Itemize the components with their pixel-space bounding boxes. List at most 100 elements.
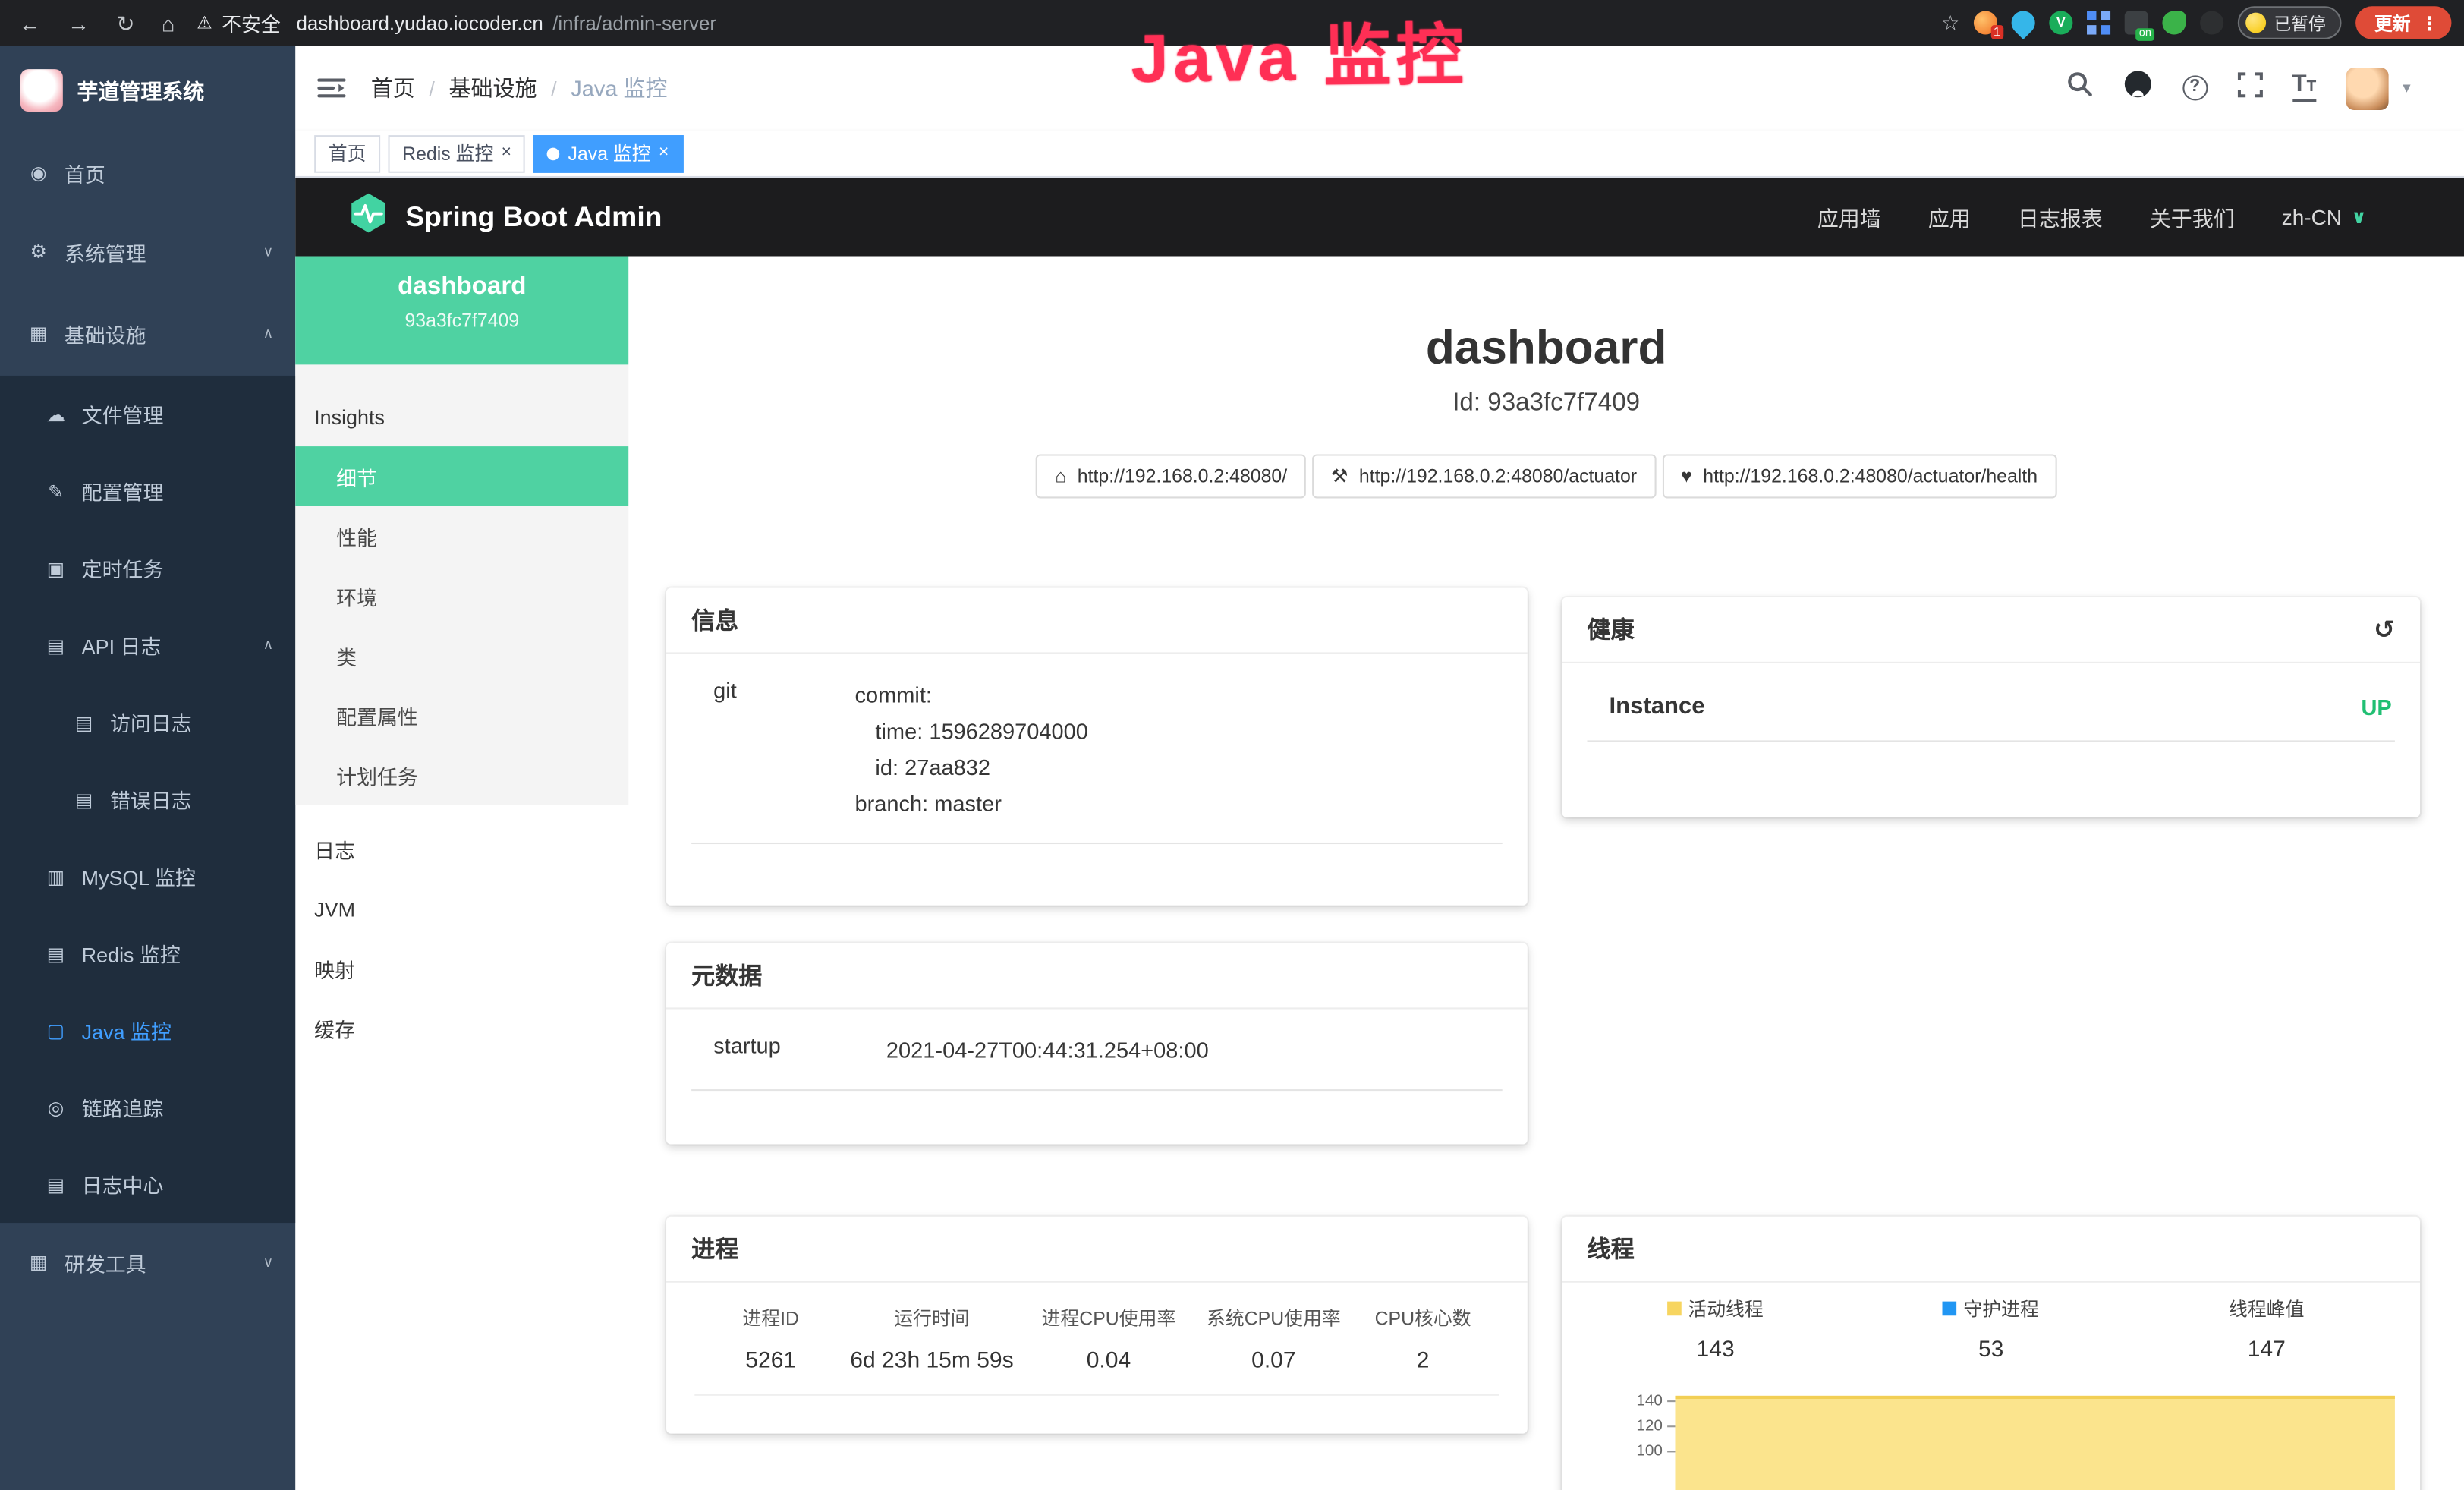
tab-redis-monitor[interactable]: Redis 监控 × [389, 134, 526, 172]
sidebar-item-dev-tools[interactable]: ▦ 研发工具 ∨ [0, 1223, 295, 1302]
actuator-url-link[interactable]: ⚒ http://192.168.0.2:48080/actuator [1312, 454, 1656, 498]
tab-home[interactable]: 首页 [314, 134, 380, 172]
user-avatar[interactable] [2346, 67, 2389, 109]
heart-icon: ♥ [1681, 465, 1692, 487]
insights-group: Insights 细节 性能 环境 类 配置属性 计划任务 [295, 364, 628, 805]
collapse-sidebar-icon[interactable] [317, 77, 345, 99]
tab-label: Java 监控 [568, 140, 651, 166]
address-bar[interactable]: ⚠ 不安全 dashboard.yudao.iocoder.cn/infra/a… [197, 8, 716, 37]
process-col-header: CPU核心数 [1356, 1305, 1490, 1331]
breadcrumb-infra[interactable]: 基础设施 [448, 72, 537, 103]
extension-icon-4[interactable] [2087, 11, 2110, 34]
app-logo[interactable]: 芋道管理系统 [0, 46, 295, 134]
sba-item-config-props[interactable]: 配置属性 [295, 685, 628, 745]
extension-icon-5[interactable]: on [2125, 11, 2148, 34]
home-icon[interactable]: ⌂ [162, 12, 175, 34]
sidebar-item-system[interactable]: ⚙ 系统管理 ∨ [0, 213, 295, 291]
sidebar-item-tracing[interactable]: ◎ 链路追踪 [0, 1069, 295, 1145]
bookmark-star-icon[interactable]: ☆ [1941, 10, 1959, 35]
sidebar-item-home[interactable]: ◉ 首页 [0, 134, 295, 213]
close-icon[interactable]: × [659, 145, 669, 162]
warning-icon: ⚠ [197, 13, 212, 33]
fullscreen-icon[interactable] [2237, 71, 2262, 104]
process-col-header: 进程ID [704, 1305, 838, 1331]
security-label[interactable]: 不安全 [222, 8, 281, 37]
sba-nav-about[interactable]: 关于我们 [2150, 201, 2235, 232]
threads-legend: 活动线程 143 守护进程 53 线程峰值 147 [1578, 1283, 2404, 1363]
tab-java-monitor[interactable]: Java 监控 × [533, 134, 683, 172]
sba-nav-applications[interactable]: 应用 [1928, 201, 1971, 232]
history-icon[interactable]: ↺ [2374, 614, 2395, 645]
health-url-link[interactable]: ♥ http://192.168.0.2:48080/actuator/heal… [1662, 454, 2056, 498]
breadcrumb-home[interactable]: 首页 [371, 72, 415, 103]
doc-icon: ▤ [44, 1173, 68, 1195]
process-col-header: 进程CPU使用率 [1026, 1305, 1191, 1331]
instance-header[interactable]: dashboard 93a3fc7f7409 [295, 257, 628, 365]
chevron-down-icon: ∨ [263, 243, 274, 260]
reload-icon[interactable]: ↻ [116, 12, 134, 34]
sba-item-caches[interactable]: 缓存 [295, 998, 628, 1058]
metadata-card-title: 元数据 [666, 943, 1528, 1009]
url-path: /infra/admin-server [552, 12, 716, 34]
sba-brand-title[interactable]: Spring Boot Admin [405, 200, 662, 233]
sidebar-item-file-management[interactable]: ☁ 文件管理 [0, 376, 295, 452]
insights-group-label: Insights [295, 386, 628, 446]
locale-selector[interactable]: zh-CN ∨ [2282, 205, 2367, 228]
sidebar-item-api-logs[interactable]: ▤ API 日志 ∧ [0, 606, 295, 683]
service-url-link[interactable]: ⌂ http://192.168.0.2:48080/ [1036, 454, 1306, 498]
service-url: http://192.168.0.2:48080/ [1078, 465, 1287, 487]
extension-icon-2[interactable] [2006, 6, 2040, 39]
extension-icon-1[interactable]: 1 [1974, 11, 1997, 34]
chevron-down-icon: ∨ [263, 1253, 274, 1271]
sba-item-scheduled-tasks[interactable]: 计划任务 [295, 745, 628, 805]
logo-avatar [20, 68, 63, 111]
sba-item-environment[interactable]: 环境 [295, 565, 628, 625]
sidebar-item-infra[interactable]: ▦ 基础设施 ∧ [0, 291, 295, 376]
tools-icon: ▦ [27, 1251, 50, 1273]
home-icon: ⌂ [1055, 465, 1066, 487]
sba-item-details[interactable]: 细节 [295, 446, 628, 506]
sba-navbar: Spring Boot Admin 应用墙 应用 日志报表 关于我们 zh-CN… [295, 178, 2464, 257]
info-card: 信息 git commit: time: 1596289704000 id: 2… [666, 587, 1528, 905]
locale-label: zh-CN [2282, 205, 2342, 228]
kebab-menu-icon[interactable]: ⋮ [2420, 12, 2439, 34]
sba-nav-journal[interactable]: 日志报表 [2018, 201, 2103, 232]
sba-nav-wallboard[interactable]: 应用墙 [1817, 201, 1881, 232]
instance-links: ⌂ http://192.168.0.2:48080/ ⚒ http://192… [628, 454, 2464, 498]
sba-item-jvm[interactable]: JVM [295, 879, 628, 939]
sidebar-item-access-logs[interactable]: ▤ 访问日志 [0, 684, 295, 761]
sidebar-item-error-logs[interactable]: ▤ 错误日志 [0, 761, 295, 837]
extension-icon-7[interactable] [2200, 11, 2223, 34]
startup-label: startup [713, 1033, 886, 1069]
sidebar-item-java-monitor[interactable]: ▢ Java 监控 [0, 992, 295, 1069]
sba-logo-icon[interactable] [348, 192, 390, 242]
info-card-title: 信息 [666, 587, 1528, 654]
sba-item-mappings[interactable]: 映射 [295, 938, 628, 998]
font-size-icon[interactable]: TT [2292, 74, 2317, 102]
extension-icon-6[interactable] [2162, 11, 2186, 34]
sidebar-item-config-management[interactable]: ✎ 配置管理 [0, 452, 295, 529]
github-icon[interactable] [2123, 69, 2152, 107]
close-icon[interactable]: × [502, 145, 511, 162]
sidebar-item-scheduled-jobs[interactable]: ▣ 定时任务 [0, 530, 295, 606]
sidebar-item-mysql-monitor[interactable]: ▥ MySQL 监控 [0, 838, 295, 915]
sba-item-classes[interactable]: 类 [295, 625, 628, 685]
browser-update-button[interactable]: 更新 ⋮ [2355, 6, 2451, 39]
sba-item-metrics[interactable]: 性能 [295, 506, 628, 566]
sidebar-item-redis-monitor[interactable]: ▤ Redis 监控 [0, 915, 295, 991]
forward-icon[interactable]: → [68, 12, 90, 34]
sidebar-item-label: 访问日志 [110, 707, 192, 737]
monitor-icon: ▦ [27, 323, 50, 345]
profile-sync-paused-chip[interactable]: 已暂停 [2238, 6, 2342, 39]
health-instance-row[interactable]: Instance UP [1588, 669, 2395, 742]
back-icon[interactable]: ← [19, 12, 41, 34]
health-status-badge: UP [2361, 694, 2391, 719]
sidebar-item-log-center[interactable]: ▤ 日志中心 [0, 1146, 295, 1223]
sba-item-logs[interactable]: 日志 [295, 819, 628, 879]
search-icon[interactable] [2066, 71, 2092, 106]
extension-icon-3[interactable]: V [2049, 11, 2072, 34]
chevron-up-icon: ∧ [263, 325, 274, 342]
caret-down-icon[interactable]: ▾ [2403, 80, 2410, 97]
help-icon[interactable]: ? [2182, 75, 2208, 100]
doc-icon: ▤ [72, 789, 96, 811]
